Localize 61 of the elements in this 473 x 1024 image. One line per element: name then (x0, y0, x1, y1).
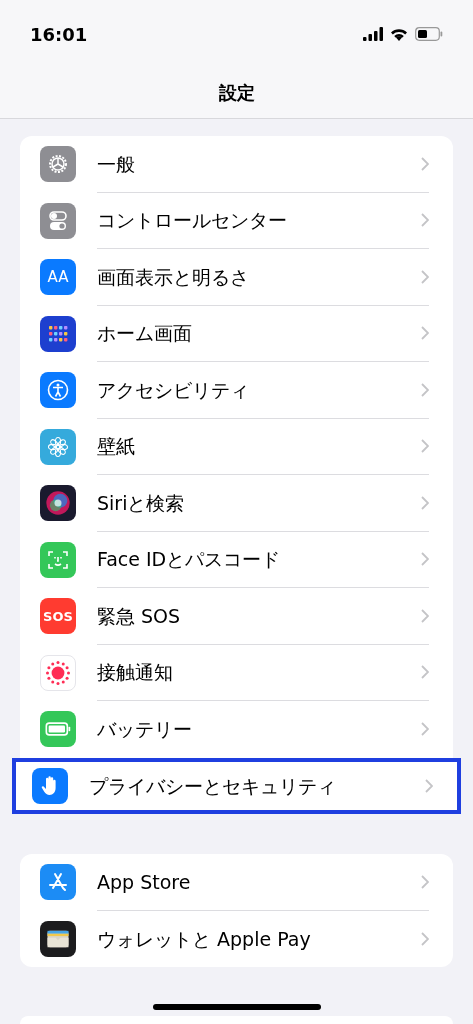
settings-row[interactable]: Face IDとパスコード (20, 531, 453, 588)
chevron-icon (421, 495, 429, 510)
siri-icon (40, 485, 76, 522)
row-label: コントロールセンター (97, 208, 288, 233)
settings-row[interactable]: AA 画面表示と明るさ (20, 249, 453, 306)
settings-row[interactable]: SOS 緊急 SOS (20, 588, 453, 645)
gear-icon (40, 146, 76, 183)
settings-row[interactable]: ウォレットと Apple Pay (20, 910, 453, 967)
grid-icon (40, 315, 76, 352)
appstore-icon (40, 864, 76, 901)
sos-icon: SOS (40, 598, 76, 635)
faceid-icon (40, 541, 76, 578)
row-label: 接触通知 (97, 660, 174, 685)
settings-row[interactable]: App Store (20, 854, 453, 911)
row-label: バッテリー (97, 717, 193, 742)
settings-row[interactable]: コントロールセンター (20, 192, 453, 249)
chevron-icon (421, 665, 429, 680)
battery-icon (40, 711, 76, 748)
row-label: 画面表示と明るさ (97, 264, 250, 290)
settings-row[interactable]: バッテリー (20, 701, 453, 758)
status-time: 16:01 (30, 22, 88, 47)
row-label: 一般 (97, 151, 136, 177)
row-label: ウォレットと Apple Pay (97, 926, 312, 952)
settings-row[interactable]: 接触通知 (20, 644, 453, 701)
chevron-icon (421, 722, 429, 737)
chevron-icon (425, 778, 433, 793)
row-label: プライバシーとセキュリティ (89, 773, 337, 799)
chevron-icon (421, 439, 429, 454)
settings-row[interactable]: プライバシーとセキュリティ (12, 757, 461, 814)
hand-icon (32, 767, 68, 804)
settings-row[interactable]: Siriと検索 (20, 475, 453, 532)
battery-icon (415, 27, 443, 41)
settings-row[interactable]: アクセシビリティ (20, 362, 453, 419)
settings-row[interactable]: 一般 (20, 136, 453, 193)
chevron-icon (421, 552, 429, 567)
wallet-icon (40, 920, 76, 957)
accessibility-icon (40, 372, 76, 409)
display-icon: AA (40, 259, 76, 296)
row-label: 緊急 SOS (97, 603, 182, 629)
settings-row[interactable]: 壁紙 (20, 418, 453, 475)
chevron-icon (421, 213, 429, 228)
row-label: Face IDとパスコード (97, 547, 282, 572)
signal-icon (363, 27, 383, 41)
chevron-icon (421, 156, 429, 171)
wifi-icon (389, 27, 409, 41)
row-label: App Store (97, 869, 192, 895)
chevron-icon (421, 326, 429, 341)
settings-row[interactable]: ホーム画面 (20, 305, 453, 362)
page-title: 設定 (218, 80, 255, 105)
toggles-icon (40, 202, 76, 239)
chevron-icon (421, 874, 429, 889)
chevron-icon (421, 269, 429, 284)
row-label: ホーム画面 (97, 321, 193, 346)
exposure-icon (40, 654, 76, 691)
row-label: 壁紙 (97, 434, 136, 459)
row-label: アクセシビリティ (97, 377, 250, 403)
chevron-icon (421, 931, 429, 946)
flower-icon (40, 428, 76, 465)
chevron-icon (421, 382, 429, 397)
chevron-icon (421, 608, 429, 623)
row-label: Siriと検索 (97, 490, 186, 516)
